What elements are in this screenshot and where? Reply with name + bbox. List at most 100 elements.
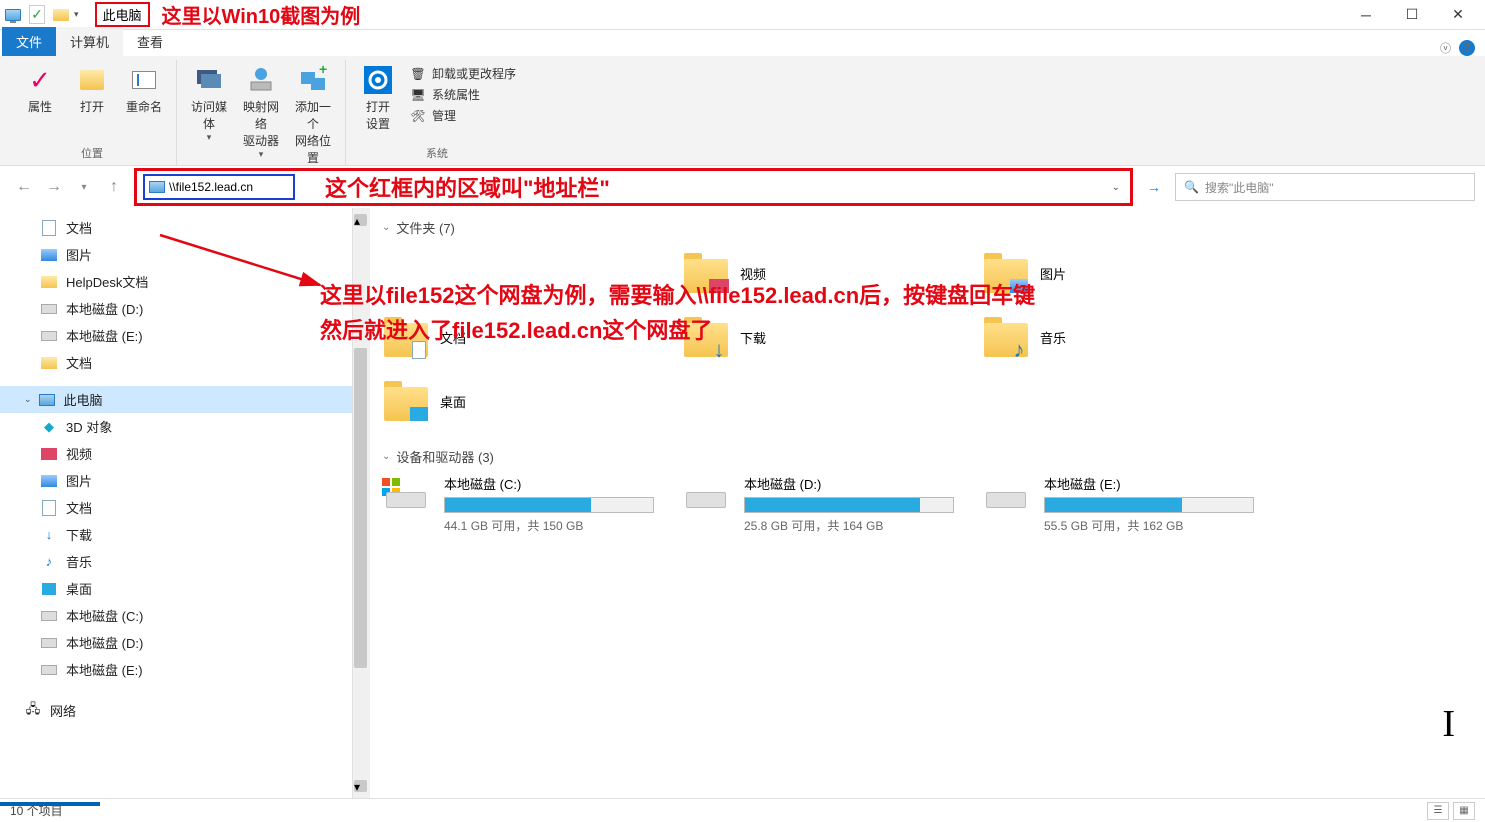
folders-header[interactable]: ⌄ 文件夹 (7) bbox=[382, 218, 1473, 237]
folder-item[interactable]: 桌面 bbox=[382, 373, 672, 429]
tree-item[interactable]: 图片 bbox=[0, 467, 369, 494]
gear-icon bbox=[362, 64, 394, 96]
annotation-line2: 然后就进入了file152.lead.cn这个网盘了 bbox=[320, 313, 712, 345]
tree-item[interactable]: ◆3D 对象 bbox=[0, 413, 369, 440]
ribbon-access-media[interactable]: 访问媒体 ▾ bbox=[185, 60, 233, 147]
ribbon-settings[interactable]: 打开 设置 bbox=[354, 60, 402, 136]
help-icon[interactable]: ? bbox=[1459, 40, 1475, 56]
tree-icon bbox=[40, 608, 58, 624]
search-placeholder: 搜索"此电脑" bbox=[1205, 179, 1274, 196]
qat-dropdown-icon[interactable]: ▾ bbox=[74, 9, 79, 20]
network-icon: 🖧 bbox=[24, 703, 42, 719]
nav-history-dropdown[interactable]: ▾ bbox=[70, 173, 98, 201]
drive-item[interactable]: 本地磁盘 (C:)44.1 GB 可用，共 150 GB bbox=[382, 474, 672, 534]
tree-this-pc[interactable]: ⌄ 此电脑 bbox=[0, 386, 369, 413]
folder-icon bbox=[382, 377, 430, 425]
address-bar-highlight: 这个红框内的区域叫"地址栏" ⌄ bbox=[134, 168, 1133, 206]
address-dropdown-icon[interactable]: ⌄ bbox=[1112, 182, 1120, 193]
nav-row: ← → ▾ ↑ 这个红框内的区域叫"地址栏" ⌄ → 🔍 搜索"此电脑" bbox=[0, 166, 1485, 208]
tree-icon bbox=[40, 247, 58, 263]
tree-icon bbox=[40, 220, 58, 236]
tree-icon bbox=[40, 355, 58, 371]
tree-item[interactable]: 文档 bbox=[0, 214, 369, 241]
tree-item[interactable]: 桌面 bbox=[0, 575, 369, 602]
title-bar: ✓ ▾ 此电脑 这里以Win10截图为例 ─ ☐ ✕ bbox=[0, 0, 1485, 30]
ribbon-manage[interactable]: 🛠管理 bbox=[406, 106, 520, 125]
minimize-button[interactable]: ─ bbox=[1343, 0, 1389, 30]
chevron-down-icon: ⌄ bbox=[382, 222, 390, 233]
tree-item[interactable]: ↓下载 bbox=[0, 521, 369, 548]
devices-header[interactable]: ⌄ 设备和驱动器 (3) bbox=[382, 447, 1473, 466]
ribbon-sysprops[interactable]: 🖥系统属性 bbox=[406, 85, 520, 104]
nav-up[interactable]: ↑ bbox=[100, 173, 128, 201]
tree-item[interactable]: 视频 bbox=[0, 440, 369, 467]
refresh-button[interactable]: → bbox=[1139, 179, 1169, 195]
maximize-button[interactable]: ☐ bbox=[1389, 0, 1435, 30]
ribbon-add-loc[interactable]: + 添加一个 网络位置 bbox=[289, 60, 337, 170]
view-large-button[interactable]: ▦ bbox=[1453, 802, 1475, 820]
status-accent bbox=[0, 802, 100, 806]
properties-icon: ✓ bbox=[24, 64, 56, 96]
ribbon-properties[interactable]: ✓ 属性 bbox=[16, 60, 64, 119]
tree-item[interactable]: 本地磁盘 (D:) bbox=[0, 295, 369, 322]
uninstall-icon: 🗑 bbox=[410, 66, 426, 82]
add-loc-icon: + bbox=[297, 64, 329, 96]
tree-item[interactable]: 本地磁盘 (E:) bbox=[0, 322, 369, 349]
drive-bar bbox=[444, 497, 654, 513]
drive-item[interactable]: 本地磁盘 (D:)25.8 GB 可用，共 164 GB bbox=[682, 474, 972, 534]
tab-file[interactable]: 文件 bbox=[2, 27, 56, 56]
drive-bar bbox=[1044, 497, 1254, 513]
ribbon-uninstall[interactable]: 🗑卸载或更改程序 bbox=[406, 64, 520, 83]
tree-network[interactable]: 🖧 网络 bbox=[0, 697, 369, 724]
qat-folder-icon[interactable] bbox=[52, 6, 70, 24]
tree-icon bbox=[40, 581, 58, 597]
tree-icon bbox=[40, 446, 58, 462]
tree-icon: ♪ bbox=[40, 554, 58, 570]
ribbon-collapse-icon[interactable]: ⓥ bbox=[1440, 40, 1451, 56]
folder-item[interactable]: ♪音乐 bbox=[982, 309, 1272, 365]
window-title: 此电脑 bbox=[95, 2, 150, 27]
tree-item[interactable]: 本地磁盘 (C:) bbox=[0, 602, 369, 629]
qat-properties-icon[interactable]: ✓ bbox=[28, 6, 46, 24]
tree-icon: ↓ bbox=[40, 527, 58, 543]
tree-icon bbox=[40, 328, 58, 344]
tree-icon bbox=[40, 662, 58, 678]
nav-back[interactable]: ← bbox=[10, 173, 38, 201]
drive-item[interactable]: 本地磁盘 (E:)55.5 GB 可用，共 162 GB bbox=[982, 474, 1272, 534]
address-icon bbox=[149, 181, 165, 193]
view-details-button[interactable]: ☰ bbox=[1427, 802, 1449, 820]
quick-access-toolbar: ✓ ▾ bbox=[4, 6, 79, 24]
tree-item[interactable]: 本地磁盘 (D:) bbox=[0, 629, 369, 656]
address-annotation: 这个红框内的区域叫"地址栏" bbox=[325, 171, 610, 203]
tree-item[interactable]: 本地磁盘 (E:) bbox=[0, 656, 369, 683]
chevron-down-icon: ⌄ bbox=[382, 451, 390, 462]
pc-icon bbox=[38, 392, 56, 408]
address-input[interactable] bbox=[169, 180, 289, 194]
tree-item[interactable]: HelpDesk文档 bbox=[0, 268, 369, 295]
ribbon-open[interactable]: 打开 bbox=[68, 60, 116, 119]
ribbon-group-location: ✓ 属性 打开 重命名 位置 bbox=[8, 60, 177, 165]
tree-item[interactable]: 文档 bbox=[0, 349, 369, 376]
search-box[interactable]: 🔍 搜索"此电脑" bbox=[1175, 173, 1475, 201]
drive-icon bbox=[382, 478, 430, 514]
tree-item[interactable]: ♪音乐 bbox=[0, 548, 369, 575]
manage-icon: 🛠 bbox=[410, 108, 426, 124]
tree-icon bbox=[40, 473, 58, 489]
tree-icon bbox=[40, 274, 58, 290]
ribbon-map-drive[interactable]: 映射网络 驱动器 ▾ bbox=[237, 60, 285, 164]
ribbon-rename[interactable]: 重命名 bbox=[120, 60, 168, 119]
nav-forward[interactable]: → bbox=[40, 173, 68, 201]
tab-computer[interactable]: 计算机 bbox=[56, 27, 123, 56]
drive-icon bbox=[682, 478, 730, 514]
close-button[interactable]: ✕ bbox=[1435, 0, 1481, 30]
search-icon: 🔍 bbox=[1184, 180, 1199, 194]
app-icon bbox=[4, 6, 22, 24]
sysprops-icon: 🖥 bbox=[410, 87, 426, 103]
ribbon-group-network: 访问媒体 ▾ 映射网络 驱动器 ▾ + 添加一个 网络位置 网络 bbox=[177, 60, 346, 165]
text-cursor: I bbox=[1442, 702, 1455, 746]
tab-view[interactable]: 查看 bbox=[123, 27, 177, 56]
address-bar[interactable] bbox=[143, 174, 295, 200]
tree-item[interactable]: 图片 bbox=[0, 241, 369, 268]
folder-item[interactable]: ↓下载 bbox=[682, 309, 972, 365]
tree-item[interactable]: 文档 bbox=[0, 494, 369, 521]
